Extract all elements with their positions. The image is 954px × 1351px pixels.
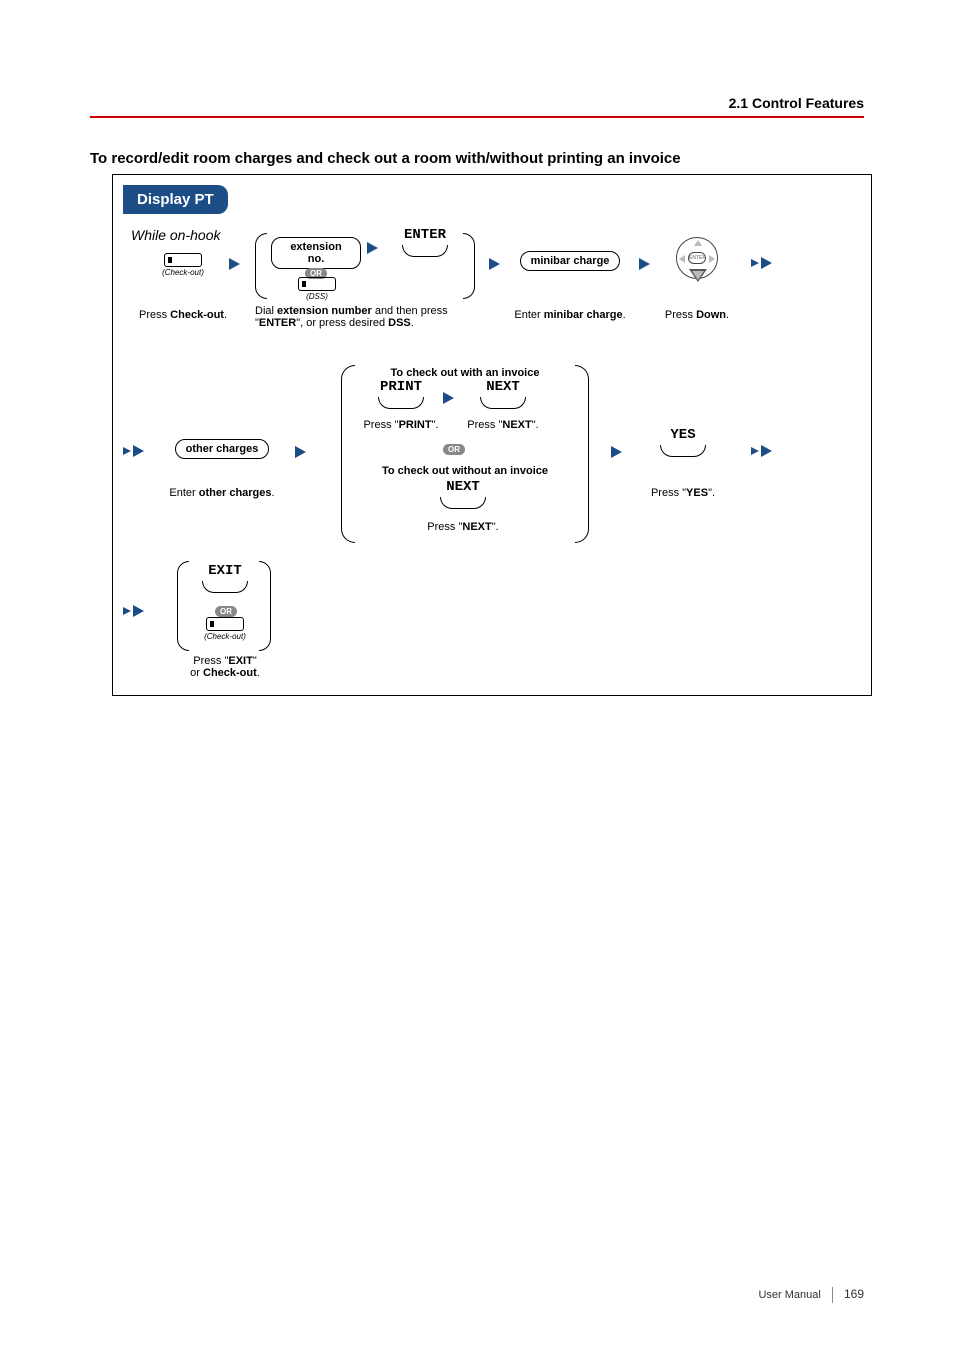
next-softkey-1: NEXT bbox=[463, 379, 543, 409]
arrow-5 bbox=[295, 445, 306, 463]
yes-softkey: YES bbox=[643, 427, 723, 457]
exit-caption: Press "EXIT" or Check-out. bbox=[179, 655, 271, 679]
bracket-ext-left bbox=[255, 233, 267, 299]
page-title: To record/edit room charges and check ou… bbox=[90, 150, 681, 167]
yes-caption: Press "YES". bbox=[637, 483, 729, 501]
row-2: other charges Enter other charges. To ch… bbox=[123, 365, 861, 555]
page-number: 169 bbox=[844, 1287, 864, 1301]
arrow-1 bbox=[229, 257, 240, 275]
while-on-hook-label: While on-hook bbox=[131, 227, 221, 243]
header-rule bbox=[90, 116, 864, 118]
page-footer: User Manual 169 bbox=[758, 1287, 864, 1303]
dss-hard-key bbox=[298, 277, 336, 291]
arrow-4 bbox=[639, 257, 650, 275]
exit-softkey: EXIT bbox=[185, 563, 265, 593]
other-charges-pill: other charges bbox=[167, 439, 277, 459]
without-invoice-label: To check out without an invoice bbox=[359, 461, 571, 479]
enter-softkey: ENTER bbox=[385, 227, 465, 257]
device-tab: Display PT bbox=[123, 185, 228, 214]
checkout-hard-key-2 bbox=[206, 617, 244, 631]
page: 2.1 Control Features To record/edit room… bbox=[0, 0, 954, 1351]
nav-down-caption: Press Down. bbox=[655, 305, 739, 323]
next-softkey-2: NEXT bbox=[423, 479, 503, 509]
bracket-ext-right bbox=[463, 233, 475, 299]
checkout-sublabel-2: (Check-out) bbox=[203, 632, 247, 641]
dss-sublabel: (DSS) bbox=[295, 292, 339, 301]
nav-disc-icon: ENTER bbox=[676, 237, 718, 279]
arrow-2a bbox=[367, 241, 378, 259]
arrow-cont-1 bbox=[751, 257, 772, 269]
checkout-key-sublabel: (Check-out) bbox=[153, 268, 213, 277]
arrow-cont-2 bbox=[123, 445, 144, 457]
print-softkey: PRINT bbox=[361, 379, 441, 409]
row-1: While on-hook (Check-out) Press Check-ou… bbox=[123, 227, 861, 337]
footer-label: User Manual bbox=[758, 1289, 820, 1301]
procedure-diagram: Display PT While on-hook (Check-out) Pre… bbox=[112, 174, 872, 696]
row-3: EXIT OR (Check-out) Press "EXIT" or Chec… bbox=[123, 575, 861, 695]
nav-down-step: ENTER bbox=[667, 237, 727, 279]
bracket-choice-left bbox=[341, 365, 355, 543]
step-ext-caption: Dial extension number and then press "EN… bbox=[255, 305, 477, 329]
section-header: 2.1 Control Features bbox=[729, 95, 864, 111]
step-checkout: (Check-out) bbox=[153, 253, 213, 277]
arrow-3 bbox=[489, 257, 500, 275]
minibar-caption: Enter minibar charge. bbox=[503, 305, 637, 323]
dss-hard-key-wrap: (DSS) bbox=[295, 277, 339, 301]
minibar-pill: minibar charge bbox=[515, 251, 625, 271]
checkout-hard-key bbox=[164, 253, 202, 267]
or-badge-choice: OR bbox=[443, 439, 465, 457]
step-checkout-caption: Press Check-out. bbox=[123, 305, 243, 323]
print-caption: Press "PRINT". bbox=[355, 415, 447, 433]
arrow-cont-4 bbox=[123, 605, 144, 617]
checkout-hard-key-2-wrap: (Check-out) bbox=[203, 617, 247, 641]
footer-divider bbox=[832, 1287, 833, 1303]
next-caption-2: Press "NEXT". bbox=[417, 517, 509, 535]
next-caption-1: Press "NEXT". bbox=[457, 415, 549, 433]
other-charges-caption: Enter other charges. bbox=[159, 483, 285, 501]
arrow-cont-3 bbox=[751, 445, 772, 457]
arrow-6 bbox=[611, 445, 622, 463]
bracket-choice-right bbox=[575, 365, 589, 543]
arrow-print-next bbox=[443, 391, 454, 409]
